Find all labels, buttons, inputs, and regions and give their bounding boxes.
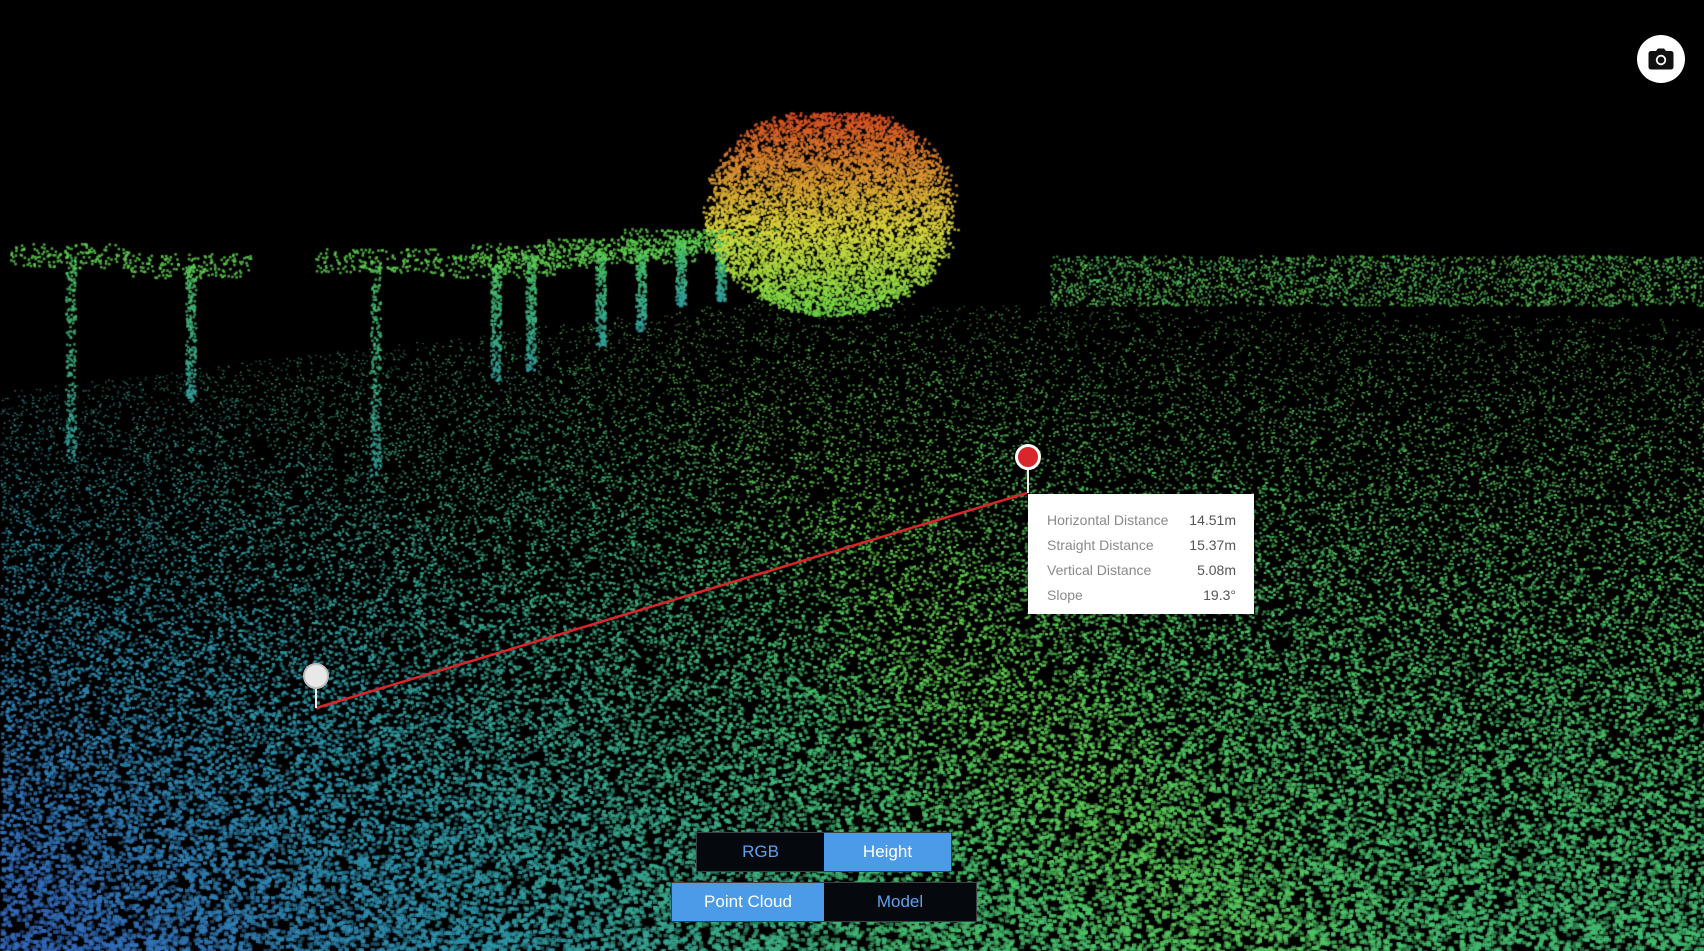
view-mode-toggle: Point Cloud Model — [671, 882, 977, 922]
measure-label: Horizontal Distance — [1047, 512, 1169, 528]
measure-label: Straight Distance — [1047, 537, 1154, 553]
point-cloud-scene[interactable] — [0, 0, 1704, 951]
measure-value: 19.3° — [1203, 587, 1236, 603]
color-mode-height-button[interactable]: Height — [824, 833, 951, 871]
measure-value: 15.37m — [1189, 537, 1236, 553]
start-marker-stem — [315, 688, 317, 708]
end-point-marker[interactable] — [1015, 444, 1041, 470]
point-cloud-viewport[interactable]: Horizontal Distance 14.51m Straight Dist… — [0, 0, 1704, 951]
measure-row-slope: Slope 19.3° — [1047, 583, 1236, 608]
view-mode-point-cloud-button[interactable]: Point Cloud — [672, 883, 824, 921]
view-mode-model-button[interactable]: Model — [824, 883, 976, 921]
measure-label: Slope — [1047, 587, 1083, 603]
measure-row-straight: Straight Distance 15.37m — [1047, 533, 1236, 558]
screenshot-button[interactable] — [1637, 35, 1685, 83]
color-mode-toggle: RGB Height — [696, 832, 952, 872]
measure-label: Vertical Distance — [1047, 562, 1152, 578]
color-mode-rgb-button[interactable]: RGB — [697, 833, 824, 871]
measure-row-vertical: Vertical Distance 5.08m — [1047, 558, 1236, 583]
end-marker-stem — [1027, 469, 1029, 493]
measure-value: 14.51m — [1189, 512, 1236, 528]
measure-value: 5.08m — [1197, 562, 1236, 578]
measurement-panel: Horizontal Distance 14.51m Straight Dist… — [1028, 494, 1254, 614]
start-point-marker[interactable] — [303, 663, 329, 689]
measure-row-horizontal: Horizontal Distance 14.51m — [1047, 508, 1236, 533]
camera-icon — [1648, 48, 1674, 70]
